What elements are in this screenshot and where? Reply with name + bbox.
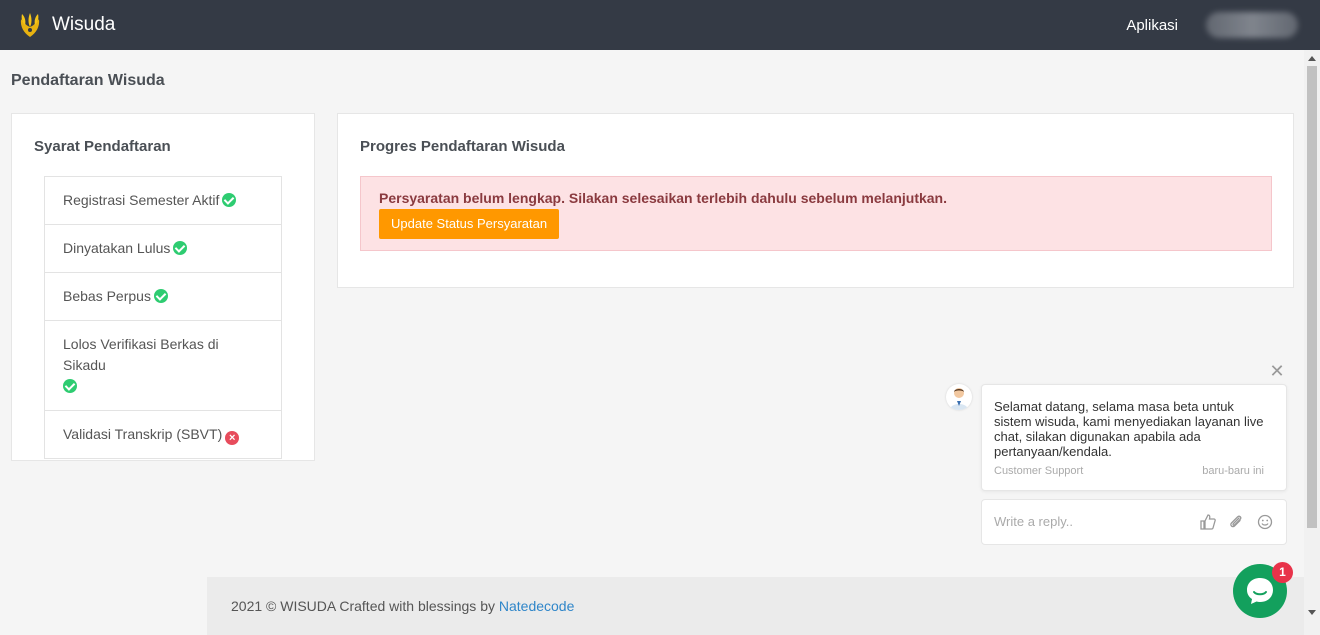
requirement-label: Validasi Transkrip (SBVT) — [63, 426, 223, 442]
check-circle-icon — [222, 193, 237, 207]
requirement-item: Bebas Perpus — [45, 273, 281, 321]
attachment-icon[interactable] — [1227, 513, 1245, 531]
progress-title: Progres Pendaftaran Wisuda — [360, 138, 565, 155]
requirement-label: Lolos Verifikasi Berkas di Sikadu — [63, 336, 219, 373]
brand-name: Wisuda — [52, 14, 116, 35]
page-scrollbar[interactable] — [1304, 50, 1320, 635]
progress-card: Progres Pendaftaran Wisuda Persyaratan b… — [337, 113, 1294, 288]
requirements-card: Syarat Pendaftaran Registrasi Semester A… — [11, 113, 315, 461]
requirement-label: Bebas Perpus — [63, 288, 151, 304]
support-agent-icon — [950, 388, 968, 410]
requirement-label: Registrasi Semester Aktif — [63, 192, 220, 208]
university-logo-icon — [20, 13, 40, 37]
scroll-up-arrow-icon[interactable] — [1308, 56, 1316, 61]
requirement-item: Lolos Verifikasi Berkas di Sikadu — [45, 321, 281, 411]
chat-timestamp: baru-baru ini — [1202, 465, 1264, 477]
chat-message-bubble: Selamat datang, selama masa beta untuk s… — [981, 384, 1287, 491]
requirement-item: Dinyatakan Lulus — [45, 225, 281, 273]
chat-reply-box — [981, 499, 1287, 545]
x-circle-icon: × — [225, 431, 240, 445]
emoji-icon[interactable] — [1256, 513, 1274, 531]
chat-reply-input[interactable] — [994, 514, 1184, 529]
requirements-alert: Persyaratan belum lengkap. Silakan seles… — [360, 176, 1272, 251]
check-circle-icon — [63, 379, 77, 393]
alert-text: Persyaratan belum lengkap. Silakan seles… — [379, 190, 947, 206]
top-navbar: Wisuda Aplikasi — [0, 0, 1320, 50]
requirement-label: Dinyatakan Lulus — [63, 240, 171, 256]
requirements-list: Registrasi Semester Aktif Dinyatakan Lul… — [44, 176, 282, 459]
chat-author: Customer Support — [994, 465, 1084, 477]
footer-text: 2021 © WISUDA Crafted with blessings by … — [231, 598, 574, 614]
update-status-button[interactable]: Update Status Persyaratan — [379, 209, 560, 239]
requirement-item: Registrasi Semester Aktif — [45, 177, 281, 225]
chat-close-icon[interactable]: ✕ — [1268, 362, 1286, 380]
check-circle-icon — [153, 289, 168, 303]
requirements-title: Syarat Pendaftaran — [34, 138, 171, 155]
brand[interactable]: Wisuda — [14, 9, 115, 41]
footer-copyright: 2021 © WISUDA Crafted with blessings by — [231, 598, 495, 614]
unread-badge: 1 — [1272, 562, 1293, 583]
check-circle-icon — [173, 241, 188, 255]
user-menu[interactable] — [1206, 12, 1298, 38]
support-avatar — [946, 384, 972, 410]
scroll-thumb[interactable] — [1307, 66, 1317, 528]
chat-message-text: Selamat datang, selama masa beta untuk s… — [994, 399, 1264, 459]
scroll-down-arrow-icon[interactable] — [1308, 610, 1316, 615]
page-title: Pendaftaran Wisuda — [11, 72, 165, 89]
requirement-item: Validasi Transkrip (SBVT) × — [45, 411, 281, 458]
footer-author-link[interactable]: Natedecode — [499, 598, 575, 614]
thumbs-up-icon[interactable] — [1199, 513, 1217, 531]
footer: 2021 © WISUDA Crafted with blessings by … — [207, 577, 1306, 635]
nav-aplikasi[interactable]: Aplikasi — [1126, 17, 1178, 34]
